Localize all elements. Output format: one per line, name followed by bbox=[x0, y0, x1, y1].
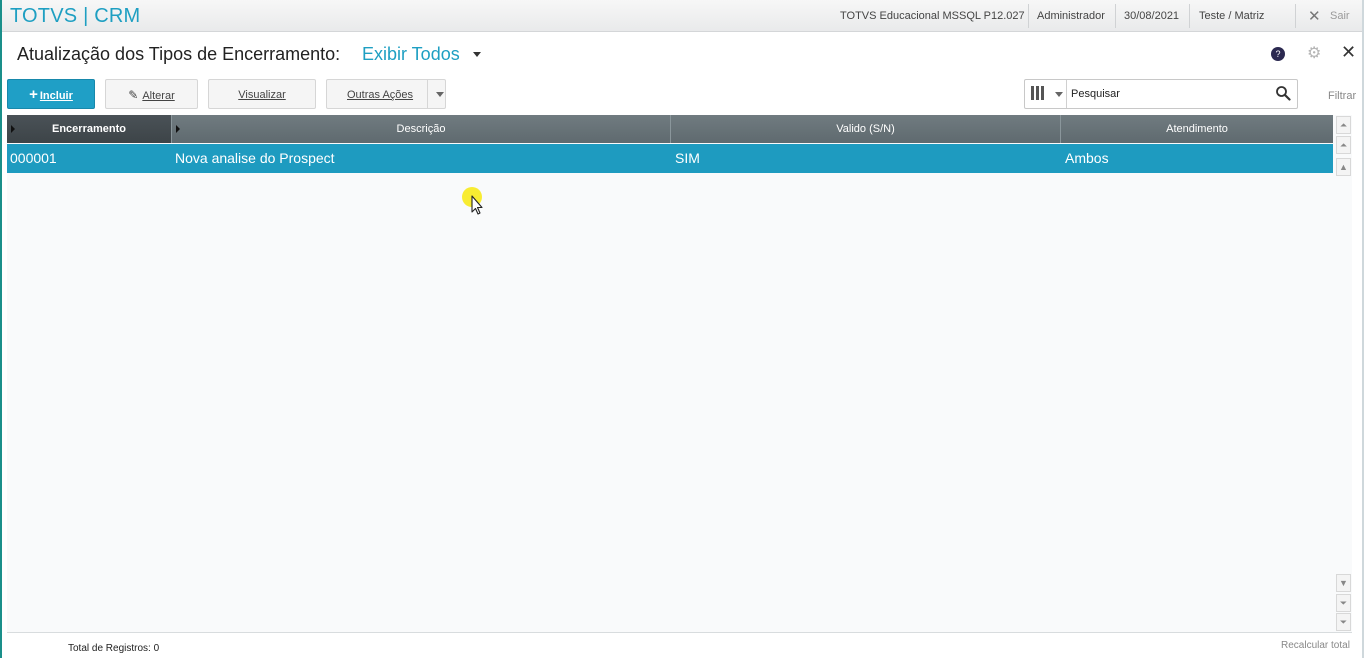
gear-icon[interactable]: ⚙ bbox=[1307, 43, 1321, 63]
add-button[interactable]: + Incluir bbox=[7, 79, 95, 109]
columns-icon[interactable] bbox=[1031, 86, 1049, 102]
search-icon[interactable] bbox=[1275, 85, 1291, 101]
add-button-label: Incluir bbox=[39, 90, 73, 102]
close-icon[interactable]: ✕ bbox=[1341, 42, 1356, 63]
plus-icon: + bbox=[29, 86, 38, 103]
search-box bbox=[1024, 79, 1298, 109]
vertical-scrollbar[interactable]: ⏶ ⏶ ▲ ▼ ⏷ ⏷ bbox=[1335, 115, 1352, 632]
divider bbox=[1295, 4, 1296, 28]
exit-button[interactable]: Sair bbox=[1330, 10, 1350, 22]
branch-info[interactable]: Teste / Matriz bbox=[1199, 10, 1264, 22]
divider bbox=[1115, 4, 1116, 28]
view-filter-select[interactable]: Exibir Todos bbox=[362, 44, 460, 65]
exit-icon[interactable]: ✕ bbox=[1308, 7, 1321, 25]
total-records: Total de Registros: 0 bbox=[68, 643, 160, 654]
chevron-down-icon[interactable] bbox=[1055, 92, 1063, 97]
scroll-up-button[interactable]: ▲ bbox=[1336, 158, 1351, 176]
page-header: Atualização dos Tipos de Encerramento: E… bbox=[2, 32, 1362, 76]
column-header-encerramento[interactable]: Encerramento bbox=[7, 115, 172, 143]
more-actions-label: Outras Ações bbox=[347, 89, 414, 101]
scroll-page-up-button[interactable]: ⏶ bbox=[1336, 136, 1351, 154]
scroll-page-down-button[interactable]: ⏷ bbox=[1336, 594, 1351, 612]
column-header-label: Descrição bbox=[396, 123, 446, 135]
divider bbox=[1066, 80, 1067, 108]
view-button[interactable]: Visualizar bbox=[208, 79, 316, 109]
cell-valido: SIM bbox=[675, 150, 700, 166]
chevron-down-icon[interactable] bbox=[436, 92, 444, 97]
column-expand-icon[interactable] bbox=[176, 125, 180, 133]
filter-link[interactable]: Filtrar bbox=[1328, 90, 1356, 102]
app-title: TOTVS | CRM bbox=[10, 5, 141, 27]
cell-atendimento: Ambos bbox=[1065, 150, 1109, 166]
divider bbox=[1028, 4, 1029, 28]
toolbar: + Incluir ✎ Alterar Visualizar Outras Açõe… bbox=[2, 76, 1362, 114]
pencil-icon: ✎ bbox=[128, 88, 139, 102]
table-row[interactable]: 000001 Nova analise do Prospect SIM Ambo… bbox=[7, 144, 1333, 173]
cell-encerramento: 000001 bbox=[10, 150, 57, 166]
scroll-down-button[interactable]: ▼ bbox=[1336, 574, 1351, 592]
scroll-top-button[interactable]: ⏶ bbox=[1336, 116, 1351, 134]
divider bbox=[427, 80, 428, 108]
column-header-atendimento[interactable]: Atendimento bbox=[1061, 115, 1333, 143]
mouse-cursor-icon bbox=[462, 187, 483, 215]
help-icon[interactable]: ? bbox=[1271, 47, 1285, 61]
column-header-valido[interactable]: Valido (S/N) bbox=[671, 115, 1061, 143]
column-header-label: Encerramento bbox=[52, 123, 126, 135]
search-input[interactable] bbox=[1071, 86, 1271, 102]
user-info[interactable]: Administrador bbox=[1037, 10, 1105, 22]
column-header-descricao[interactable]: Descrição bbox=[172, 115, 671, 143]
top-bar: TOTVS | CRM TOTVS Educacional MSSQL P12.… bbox=[2, 0, 1362, 32]
grid-header: Encerramento Descrição Valido (S/N) Aten… bbox=[7, 115, 1333, 143]
edit-button-label: Alterar bbox=[142, 90, 175, 102]
column-expand-icon[interactable] bbox=[11, 125, 15, 133]
divider bbox=[1189, 4, 1190, 28]
page-title: Atualização dos Tipos de Encerramento: bbox=[17, 44, 341, 64]
date-info[interactable]: 30/08/2021 bbox=[1124, 10, 1179, 22]
footer-divider bbox=[7, 632, 1352, 633]
scroll-bottom-button[interactable]: ⏷ bbox=[1336, 613, 1351, 631]
data-grid: Encerramento Descrição Valido (S/N) Aten… bbox=[7, 115, 1352, 632]
edit-button[interactable]: ✎ Alterar bbox=[105, 79, 198, 109]
more-actions-dropdown[interactable]: Outras Ações bbox=[326, 79, 446, 109]
recalculate-total-link[interactable]: Recalcular total bbox=[1281, 640, 1350, 651]
column-header-label: Valido (S/N) bbox=[836, 123, 895, 135]
column-header-label: Atendimento bbox=[1166, 123, 1228, 135]
chevron-down-icon[interactable] bbox=[473, 52, 481, 57]
view-button-label: Visualizar bbox=[238, 89, 286, 101]
environment-info: TOTVS Educacional MSSQL P12.027 bbox=[840, 10, 1025, 22]
cell-descricao: Nova analise do Prospect bbox=[175, 150, 335, 166]
